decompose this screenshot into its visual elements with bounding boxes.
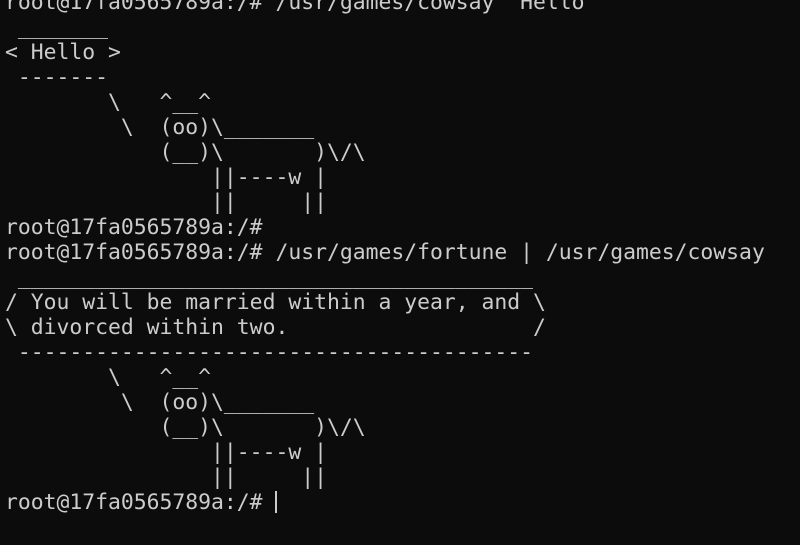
terminal-line: \ ^__^ <box>5 90 212 115</box>
terminal-line: || || <box>5 465 327 490</box>
text-cursor <box>275 491 278 513</box>
terminal-line: \ (oo)\_______ <box>5 115 315 140</box>
terminal-window[interactable]: root@17fa0565789a:/# /usr/games/cowsay "… <box>0 0 800 535</box>
terminal-line: ||----w | <box>5 440 327 465</box>
terminal-line: ------- <box>5 65 109 90</box>
terminal-line: root@17fa0565789a:/# /usr/games/cowsay "… <box>5 0 598 15</box>
terminal-line: root@17fa0565789a:/# /usr/games/fortune … <box>5 240 765 265</box>
terminal-line: \ ^__^ <box>5 365 212 390</box>
terminal-line: (__)\ )\/\ <box>5 140 366 165</box>
terminal-line: || || <box>5 190 327 215</box>
terminal-line: _______ <box>5 15 109 40</box>
prompt-line[interactable]: root@17fa0565789a:/# <box>5 490 800 515</box>
terminal-line: / You will be married within a year, and… <box>5 290 546 315</box>
terminal-line: ||----w | <box>5 165 327 190</box>
terminal-line: ________________________________________ <box>5 265 534 290</box>
terminal-line: ---------------------------------------- <box>5 340 534 365</box>
terminal-line: \ divorced within two. / <box>5 315 546 340</box>
prompt-text: root@17fa0565789a:/# <box>5 490 276 515</box>
terminal-line: < Hello > <box>5 40 121 65</box>
terminal-line: \ (oo)\_______ <box>5 390 315 415</box>
terminal-line: root@17fa0565789a:/# <box>5 215 263 240</box>
terminal-line: (__)\ )\/\ <box>5 415 366 440</box>
